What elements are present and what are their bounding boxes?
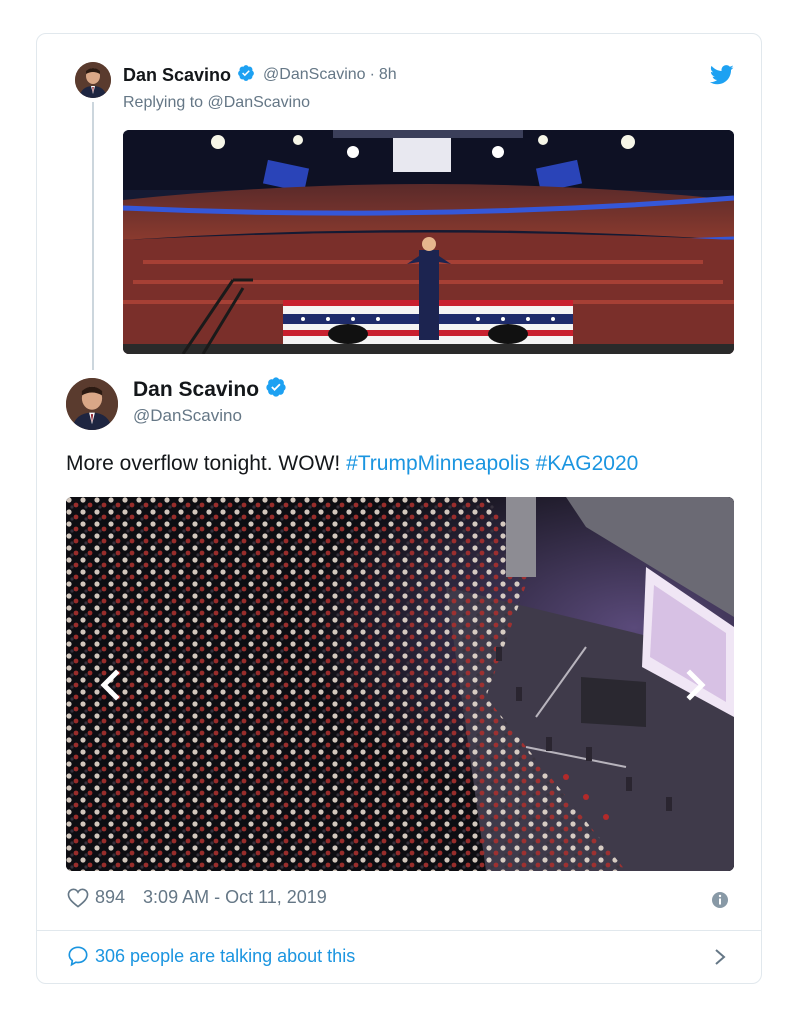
arena-image-icon bbox=[123, 130, 734, 354]
talking-about-link[interactable]: 306 people are talking about this bbox=[67, 945, 355, 967]
avatar[interactable] bbox=[75, 62, 111, 98]
speech-bubble-icon bbox=[68, 946, 88, 967]
parent-tweet-header: Dan Scavino @DanScavino · 8h bbox=[123, 64, 397, 86]
main-author-name-row: Dan Scavino bbox=[133, 376, 287, 404]
crowd-overflow-photo[interactable] bbox=[66, 497, 734, 871]
author-handle[interactable]: @DanScavino bbox=[133, 406, 242, 426]
author-handle[interactable]: @DanScavino bbox=[263, 66, 366, 84]
chevron-right-icon[interactable] bbox=[712, 946, 728, 968]
tweet-time[interactable]: 8h bbox=[379, 66, 397, 84]
tweet-embed-card: Dan Scavino @DanScavino · 8h Replying to… bbox=[36, 33, 762, 984]
author-name[interactable]: Dan Scavino bbox=[123, 65, 231, 86]
tweet-timestamp[interactable]: 3:09 AM - Oct 11, 2019 bbox=[143, 887, 327, 908]
author-name[interactable]: Dan Scavino bbox=[133, 378, 259, 402]
verified-badge-icon bbox=[265, 376, 287, 404]
hashtag-link[interactable]: #TrumpMinneapolis bbox=[346, 452, 530, 475]
separator-dot: · bbox=[369, 66, 375, 83]
rally-arena-photo[interactable] bbox=[123, 130, 734, 354]
heart-icon bbox=[67, 888, 89, 908]
hashtag-link[interactable]: #KAG2020 bbox=[536, 452, 639, 475]
twitter-bird-icon[interactable] bbox=[709, 64, 734, 86]
verified-badge-icon bbox=[237, 64, 255, 87]
chevron-left-icon bbox=[100, 669, 120, 701]
like-count: 894 bbox=[95, 887, 126, 907]
tweet-text: More overflow tonight. WOW! #TrumpMinnea… bbox=[66, 452, 638, 476]
replying-prefix: Replying to bbox=[123, 94, 204, 111]
replying-to: Replying to @DanScavino bbox=[123, 94, 310, 112]
footer-divider bbox=[37, 930, 761, 931]
tweet-text-plain: More overflow tonight. WOW! bbox=[66, 452, 347, 475]
previous-image-button[interactable] bbox=[94, 667, 124, 703]
chevron-right-icon bbox=[686, 669, 706, 701]
info-icon[interactable] bbox=[711, 891, 729, 909]
talking-about-text: 306 people are talking about this bbox=[95, 945, 356, 966]
tweet-meta-row: 894 3:09 AM - Oct 11, 2019 bbox=[67, 887, 327, 908]
thread-line bbox=[92, 102, 94, 370]
crowd-image-icon bbox=[66, 497, 734, 871]
like-button[interactable]: 894 bbox=[67, 887, 143, 908]
next-image-button[interactable] bbox=[682, 667, 712, 703]
avatar[interactable] bbox=[66, 378, 118, 430]
replying-mention-link[interactable]: @DanScavino bbox=[208, 94, 311, 111]
